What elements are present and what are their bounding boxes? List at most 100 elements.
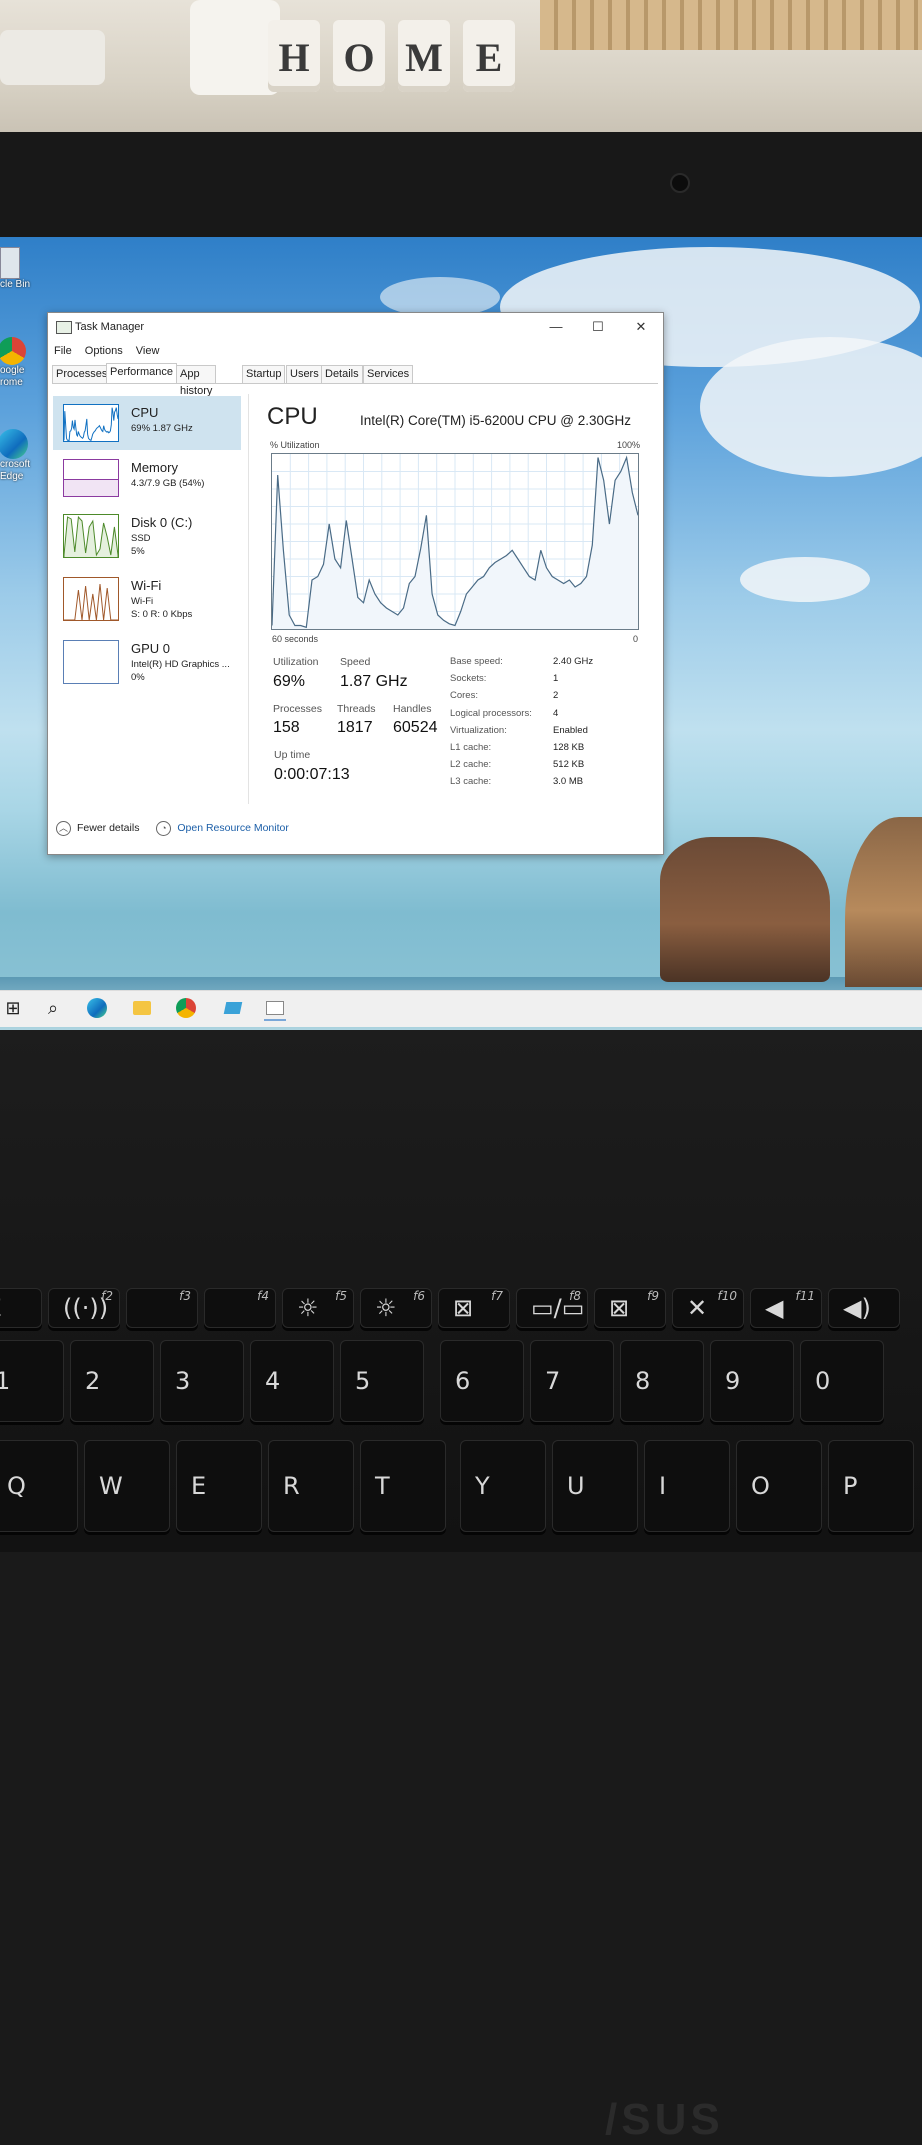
threads-value: 1817 <box>337 719 373 736</box>
graph-x-min: 0 <box>633 634 639 644</box>
key-label: ☼ <box>375 1294 397 1322</box>
edge-icon[interactable] <box>86 997 108 1019</box>
tab-users[interactable]: Users <box>286 365 323 384</box>
key-label: 5 <box>355 1367 371 1395</box>
keyboard-key: 5 <box>340 1340 424 1422</box>
tab-performance[interactable]: Performance <box>106 363 177 384</box>
keyboard-key: R <box>268 1440 354 1532</box>
edge-icon <box>0 429 28 459</box>
keyboard-key: O <box>736 1440 822 1532</box>
desktop-icon-label: oogle rome <box>0 365 25 388</box>
spec-label: L1 cache: <box>450 742 492 753</box>
key-label: ◀ <box>765 1294 784 1322</box>
spec-value: 3.0 MB <box>553 776 584 787</box>
windows-start-icon[interactable]: ⊞ <box>2 997 24 1019</box>
keyboard-key: ((·)) f2 <box>48 1288 120 1328</box>
menu-options[interactable]: Options <box>85 345 123 357</box>
keyboard-key: 6 <box>440 1340 524 1422</box>
footer: ︿ Fewer details ◔ Open Resource Monitor <box>56 821 289 836</box>
sidebar-item-cpu[interactable]: CPU 69% 1.87 GHz <box>53 396 241 450</box>
key-label: 7 <box>545 1367 561 1395</box>
spec-value: 2.40 GHz <box>553 656 594 667</box>
keyboard-key: f3 <box>126 1288 198 1328</box>
sidebar-item-label: Disk 0 (C:) <box>131 515 193 530</box>
sidebar-item-label: CPU <box>131 405 159 420</box>
close-button[interactable]: ✕ <box>626 317 656 337</box>
desktop-icon-edge[interactable]: crosoft Edge <box>0 429 30 483</box>
key-label: ⊠ <box>453 1294 474 1322</box>
keyboard-key: P <box>828 1440 914 1532</box>
utilization-label: Utilization <box>273 656 319 668</box>
chrome-icon[interactable] <box>175 997 197 1019</box>
key-fn-label: f10 <box>717 1289 738 1303</box>
wifi-thumbnail-graph <box>63 577 119 621</box>
key-fn-label: f3 <box>179 1289 191 1303</box>
tab-processes[interactable]: Processes <box>52 365 112 384</box>
chevron-up-icon: ︿ <box>56 821 71 836</box>
processes-label: Processes <box>273 703 323 715</box>
menu-view[interactable]: View <box>136 345 160 357</box>
keyboard-key: 0 <box>800 1340 884 1422</box>
tab-startup[interactable]: Startup <box>242 365 286 384</box>
key-label: R <box>283 1472 300 1500</box>
fewer-details-link[interactable]: ︿ Fewer details <box>56 821 139 836</box>
page-title: CPU <box>267 403 318 430</box>
key-label: O <box>751 1472 770 1500</box>
sidebar-item-gpu[interactable]: GPU 0 Intel(R) HD Graphics ... 0% <box>53 632 241 686</box>
key-label: U <box>567 1472 585 1500</box>
tab-divider <box>52 383 658 384</box>
tab-services[interactable]: Services <box>363 365 414 384</box>
desktop-icon-recycle-bin[interactable]: cle Bin <box>0 247 30 290</box>
spec-value: 2 <box>553 690 559 701</box>
sidebar-item-memory[interactable]: Memory 4.3/7.9 GB (54%) <box>53 451 241 505</box>
desktop-icon-chrome[interactable]: oogle rome <box>0 337 26 389</box>
title-bar[interactable]: Task Manager — ☐ ✕ <box>48 313 663 341</box>
candle-letter: H <box>268 20 320 92</box>
keyboard-key: ⊠ f7 <box>438 1288 510 1328</box>
candle-letter: M <box>398 20 450 92</box>
key-label: I <box>659 1472 667 1500</box>
open-resource-monitor-link[interactable]: ◔ Open Resource Monitor <box>156 821 289 836</box>
sidebar-item-wifi[interactable]: Wi-Fi Wi-Fi S: 0 R: 0 Kbps <box>53 569 241 623</box>
tab-details[interactable]: Details <box>321 365 363 384</box>
spec-label: Cores: <box>450 690 478 701</box>
power-strip <box>0 30 105 85</box>
keyboard-key: 2 <box>70 1340 154 1422</box>
spec-value: Enabled <box>553 725 588 736</box>
keyboard-key: 9 <box>710 1340 794 1422</box>
menu-file[interactable]: File <box>54 345 72 357</box>
keyboard-key: W <box>84 1440 170 1532</box>
search-icon[interactable]: ⌕ <box>42 997 64 1019</box>
recycle-bin-icon <box>0 247 20 279</box>
key-label: 8 <box>635 1367 651 1395</box>
wooden-slats <box>540 0 922 50</box>
uptime-label: Up time <box>274 749 311 761</box>
sidebar-item-detail: Wi-Fi S: 0 R: 0 Kbps <box>131 596 193 620</box>
handles-label: Handles <box>393 703 432 715</box>
chrome-icon <box>0 337 26 365</box>
sidebar-item-label: Wi-Fi <box>131 578 162 593</box>
folder-blue-icon[interactable] <box>222 997 244 1019</box>
spec-label: Logical processors: <box>450 708 532 719</box>
maximize-button[interactable]: ☐ <box>583 317 613 337</box>
webcam-icon <box>670 173 690 193</box>
menu-bar: File Options View <box>54 345 169 357</box>
file-explorer-icon[interactable] <box>131 997 153 1019</box>
key-label: ☼ <box>297 1294 319 1322</box>
tab-app-history[interactable]: App history <box>176 365 217 397</box>
keyboard-key: 1 <box>0 1340 64 1422</box>
keyboard-key: T <box>360 1440 446 1532</box>
keyboard-key: 8 <box>620 1340 704 1422</box>
key-fn-label: f7 <box>491 1289 503 1303</box>
task-manager-icon[interactable] <box>264 997 286 1021</box>
key-fn-label: f5 <box>335 1289 347 1303</box>
minimize-button[interactable]: — <box>541 317 571 337</box>
spec-label: L3 cache: <box>450 776 492 787</box>
resource-monitor-icon: ◔ <box>156 821 172 836</box>
candle-letter: E <box>463 20 515 92</box>
sidebar-divider <box>248 394 249 804</box>
sidebar-item-disk[interactable]: Disk 0 (C:) SSD 5% <box>53 506 241 560</box>
graph-y-label: % Utilization <box>270 440 320 450</box>
keyboard-key: ☼ f6 <box>360 1288 432 1328</box>
sidebar-item-label: Memory <box>131 460 178 475</box>
